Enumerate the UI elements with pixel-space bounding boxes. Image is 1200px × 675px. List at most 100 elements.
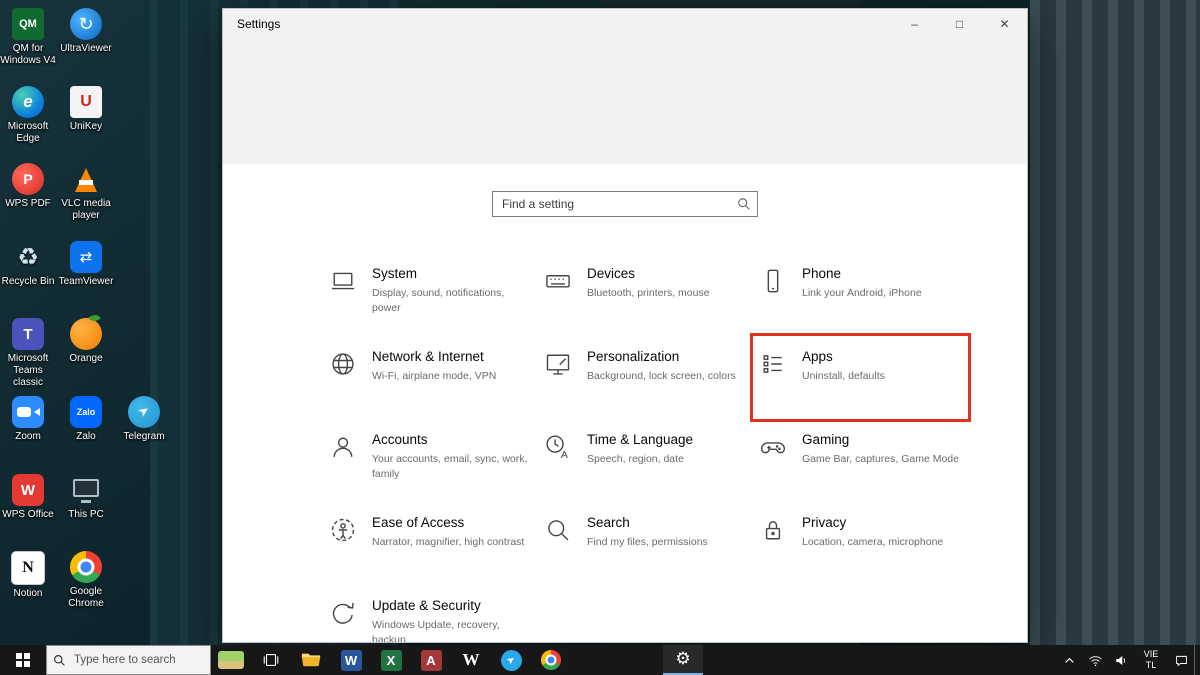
network-tray-icon[interactable] xyxy=(1082,645,1108,675)
desktop-icon-notion[interactable]: N Notion xyxy=(0,551,56,600)
task-view-icon xyxy=(262,651,280,669)
settings-tile-personalization[interactable]: Personalization Background, lock screen,… xyxy=(538,336,753,419)
close-button[interactable]: ✕ xyxy=(982,9,1027,39)
chrome-taskbar-icon[interactable] xyxy=(531,645,571,675)
desktop-icon-teamviewer[interactable]: ⇄ TeamViewer xyxy=(58,241,114,288)
tile-name: Phone xyxy=(802,266,922,283)
settings-tile-update-security[interactable]: Update & Security Windows Update, recove… xyxy=(323,585,538,643)
desktop-icon-label: WPS Office xyxy=(0,509,56,521)
desktop-icon-zalo[interactable]: Zalo Zalo xyxy=(58,396,114,443)
settings-tile-apps[interactable]: Apps Uninstall, defaults xyxy=(753,336,968,419)
title-bar[interactable]: Settings – □ ✕ xyxy=(223,9,1027,39)
this-pc-icon xyxy=(70,474,102,506)
desktop-icon-label: TeamViewer xyxy=(58,276,114,288)
settings-tile-accounts[interactable]: Accounts Your accounts, email, sync, wor… xyxy=(323,419,538,502)
tile-name: Privacy xyxy=(802,515,943,532)
tile-name: Personalization xyxy=(587,349,736,366)
desktop-icon-orange[interactable]: Orange xyxy=(58,318,114,365)
settings-tile-time-language[interactable]: A Time & Language Speech, region, date xyxy=(538,419,753,502)
tile-name: Time & Language xyxy=(587,432,693,449)
desktop-icon-teams-classic[interactable]: T Microsoft Teams classic xyxy=(0,318,56,389)
desktop-icon-label: VLC media player xyxy=(58,198,114,222)
start-button[interactable] xyxy=(0,645,46,675)
tile-desc: Speech, region, date xyxy=(587,452,693,467)
phone-icon xyxy=(759,267,789,300)
system-tray: VIE TL xyxy=(1056,645,1200,675)
settings-tile-network[interactable]: Network & Internet Wi-Fi, airplane mode,… xyxy=(323,336,538,419)
news-interests-icon[interactable] xyxy=(211,645,251,675)
desktop-icon-label: Telegram xyxy=(116,431,172,443)
desktop-icon-zoom[interactable]: Zoom xyxy=(0,396,56,443)
desktop-icon-google-chrome[interactable]: Google Chrome xyxy=(58,551,114,610)
settings-tile-gaming[interactable]: Gaming Game Bar, captures, Game Mode xyxy=(753,419,968,502)
desktop-icon-vlc[interactable]: VLC media player xyxy=(58,163,114,222)
excel-icon[interactable]: X xyxy=(371,645,411,675)
maximize-button[interactable]: □ xyxy=(937,9,982,39)
tile-desc: Location, camera, microphone xyxy=(802,535,943,550)
volume-tray-icon[interactable] xyxy=(1108,645,1134,675)
settings-tile-search[interactable]: Search Find my files, permissions xyxy=(538,502,753,585)
wps-office-icon: W xyxy=(12,474,44,506)
settings-tile-ease-of-access[interactable]: Ease of Access Narrator, magnifier, high… xyxy=(323,502,538,585)
devices-icon xyxy=(544,267,574,300)
access-icon[interactable]: A xyxy=(411,645,451,675)
file-explorer-icon[interactable] xyxy=(291,645,331,675)
tile-desc: Game Bar, captures, Game Mode xyxy=(802,452,959,467)
taskbar-search[interactable] xyxy=(46,645,211,675)
desktop-icon-label: Notion xyxy=(0,588,56,600)
word-icon[interactable]: W xyxy=(331,645,371,675)
desktop-icon-label: Microsoft Edge xyxy=(0,121,56,145)
settings-tile-devices[interactable]: Devices Bluetooth, printers, mouse xyxy=(538,253,753,336)
find-a-setting-box xyxy=(492,191,758,217)
minimize-button[interactable]: – xyxy=(892,9,937,39)
tile-name: Accounts xyxy=(372,432,532,449)
settings-taskbar-icon[interactable]: ⚙ xyxy=(663,645,703,675)
desktop-icon-qm-for-windows[interactable]: QM QM for Windows V4 xyxy=(0,8,56,67)
tile-desc: Find my files, permissions xyxy=(587,535,708,550)
desktop-icon-wps-office[interactable]: W WPS Office xyxy=(0,474,56,521)
tile-desc: Display, sound, notifications, power xyxy=(372,286,532,315)
task-view-button[interactable] xyxy=(251,645,291,675)
teamviewer-icon: ⇄ xyxy=(70,241,102,273)
show-desktop-button[interactable] xyxy=(1194,645,1200,675)
find-a-setting-input[interactable] xyxy=(492,191,758,217)
speaker-icon xyxy=(1114,653,1129,668)
orange-icon xyxy=(70,318,102,350)
desktop-icon-label: QM for Windows V4 xyxy=(0,43,56,67)
language-indicator[interactable]: VIE TL xyxy=(1134,649,1168,672)
update-security-icon xyxy=(329,599,359,632)
desktop-icon-microsoft-edge[interactable]: e Microsoft Edge xyxy=(0,86,56,145)
desktop-icon-label: UltraViewer xyxy=(58,43,114,55)
desktop-icon-unikey[interactable]: U UniKey xyxy=(58,86,114,133)
tile-name: Devices xyxy=(587,266,710,283)
action-center-button[interactable] xyxy=(1168,645,1194,675)
action-center-icon xyxy=(1174,653,1189,668)
wikipedia-icon[interactable]: W xyxy=(451,645,491,675)
notion-icon: N xyxy=(11,551,45,585)
tile-name: System xyxy=(372,266,532,283)
ease-of-access-icon xyxy=(329,516,359,549)
taskbar-search-input[interactable] xyxy=(72,653,204,667)
taskbar: W X A W ➤ ⚙ VIE TL xyxy=(0,645,1200,675)
settings-tile-system[interactable]: System Display, sound, notifications, po… xyxy=(323,253,538,336)
vlc-icon xyxy=(70,163,102,195)
settings-tile-privacy[interactable]: Privacy Location, camera, microphone xyxy=(753,502,968,585)
search-icon xyxy=(53,654,66,667)
apps-icon xyxy=(759,350,789,383)
tile-name: Apps xyxy=(802,349,885,366)
privacy-lock-icon xyxy=(759,516,789,549)
hidden-icons-chevron[interactable] xyxy=(1056,645,1082,675)
tile-desc: Bluetooth, printers, mouse xyxy=(587,286,710,301)
desktop-icon-ultraviewer[interactable]: ↻ UltraViewer xyxy=(58,8,114,55)
desktop-icon-wps-pdf[interactable]: P WPS PDF xyxy=(0,163,56,210)
qm-for-windows-icon: QM xyxy=(12,8,44,40)
zoom-icon xyxy=(12,396,44,428)
network-globe-icon xyxy=(329,350,359,383)
recycle-bin-icon: ♻ xyxy=(12,241,44,273)
desktop-icon-this-pc[interactable]: This PC xyxy=(58,474,114,521)
telegram-taskbar-icon[interactable]: ➤ xyxy=(491,645,531,675)
gaming-controller-icon xyxy=(759,433,789,466)
desktop-icon-recycle-bin[interactable]: ♻ Recycle Bin xyxy=(0,241,56,288)
desktop-icon-telegram[interactable]: ➤ Telegram xyxy=(116,396,172,443)
settings-tile-phone[interactable]: Phone Link your Android, iPhone xyxy=(753,253,968,336)
